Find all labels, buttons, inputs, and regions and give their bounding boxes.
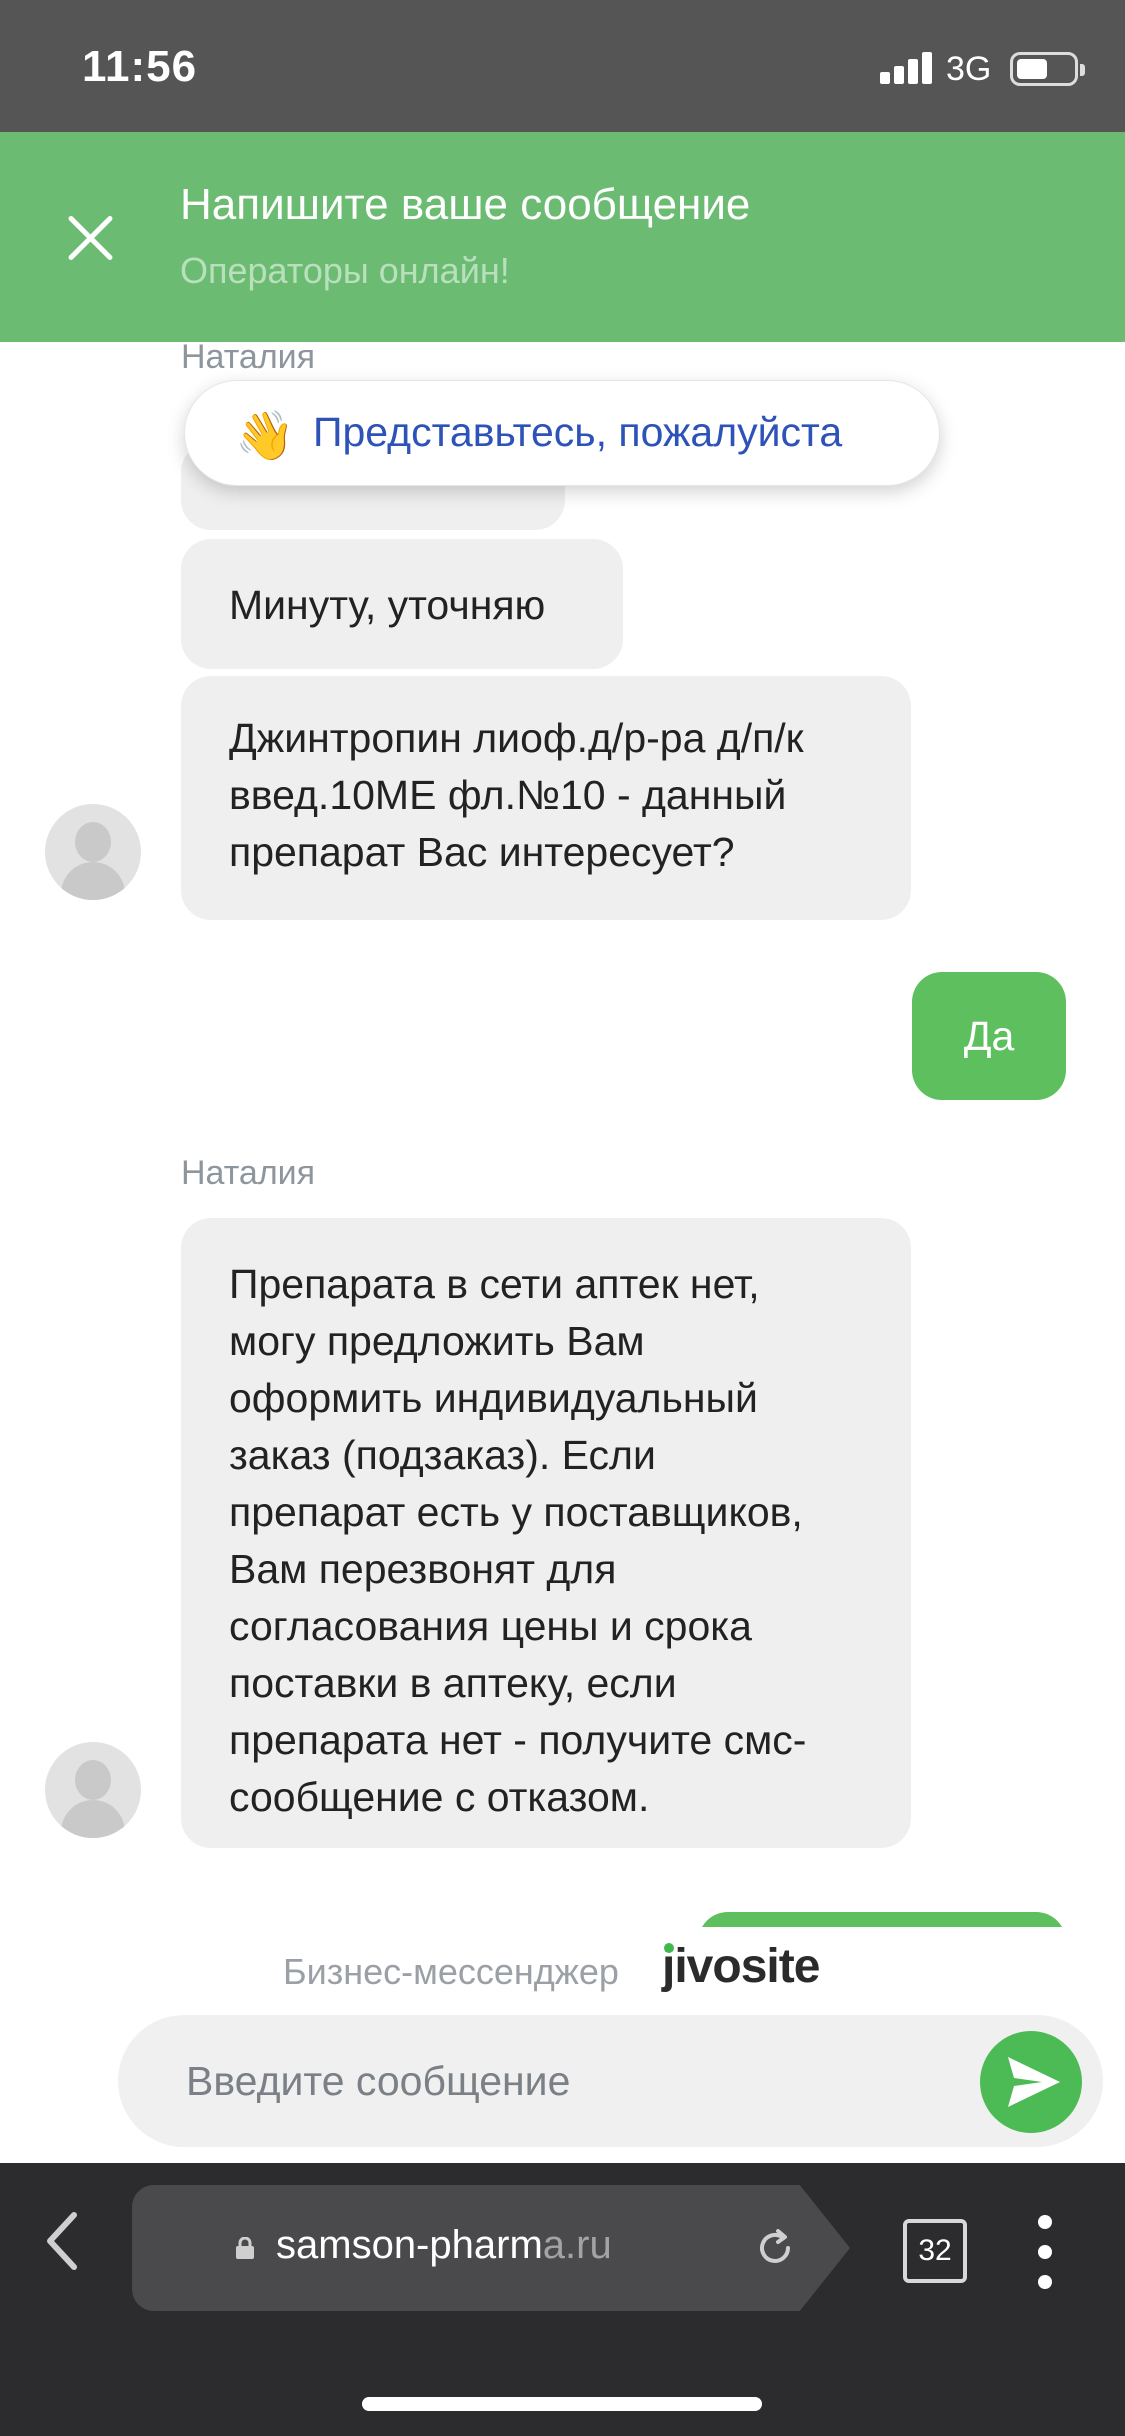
message-line: препарат есть у поставщиков, xyxy=(229,1489,803,1535)
message-line: заказ (подзаказ). Если xyxy=(229,1432,656,1478)
message-input[interactable] xyxy=(118,2015,1103,2147)
user-message-bubble: Да xyxy=(912,972,1066,1100)
tabs-button[interactable]: 32 xyxy=(903,2219,967,2283)
more-menu-icon[interactable] xyxy=(1034,2215,1058,2289)
send-button[interactable] xyxy=(980,2031,1082,2133)
browser-toolbar: samson-pharma.ru 32 xyxy=(0,2163,1125,2436)
url-text: samson-pharma.ru xyxy=(276,2223,612,2268)
operators-status: Операторы онлайн! xyxy=(180,250,510,291)
message-line: оформить индивидуальный xyxy=(229,1375,758,1421)
message-line: введ.10МЕ фл.№10 - данный xyxy=(229,772,787,818)
message-line: препарата нет - получите смс- xyxy=(229,1717,807,1763)
status-bar: 11:56 3G xyxy=(0,0,1125,132)
message-text: Минуту, уточняю xyxy=(229,582,546,628)
operator-avatar xyxy=(45,1742,141,1838)
chat-header: Напишите ваше сообщение Операторы онлайн… xyxy=(0,132,1125,342)
message-bubble: Минуту, уточняю xyxy=(181,539,623,669)
branding: Бизнес-мессенджер jivosite xyxy=(0,1940,1125,2005)
message-line: препарат Вас интересует? xyxy=(229,829,735,875)
network-type: 3G xyxy=(946,50,992,88)
message-bubble: Препарата в сети аптек нет, могу предлож… xyxy=(181,1218,911,1848)
reload-icon[interactable] xyxy=(752,2225,798,2271)
introduce-yourself-button[interactable]: 👋 Представьтесь, пожалуйста xyxy=(184,380,940,486)
message-line: могу предложить Вам xyxy=(229,1318,645,1364)
url-domain-tail: a.ru xyxy=(542,2223,612,2267)
logo-text: jivosite xyxy=(662,1940,820,1993)
signal-icon xyxy=(880,52,934,84)
home-indicator xyxy=(362,2397,762,2411)
message-line: поставки в аптеку, если xyxy=(229,1660,677,1706)
status-time: 11:56 xyxy=(82,42,198,91)
url-domain: samson-pharm xyxy=(276,2223,543,2267)
waving-hand-icon: 👋 xyxy=(235,410,295,463)
close-icon[interactable] xyxy=(62,210,118,266)
lock-icon xyxy=(236,2237,254,2259)
jivosite-logo[interactable]: jivosite xyxy=(662,1939,820,1994)
message-line: Джинтропин лиоф.д/р-ра д/п/к xyxy=(229,715,804,761)
address-bar[interactable]: samson-pharma.ru xyxy=(132,2185,850,2311)
operator-avatar xyxy=(45,804,141,900)
message-author: Наталия xyxy=(181,342,316,376)
message-line: сообщение с отказом. xyxy=(229,1774,650,1820)
message-line: Вам перезвонят для xyxy=(229,1546,617,1592)
message-text: Да xyxy=(963,1013,1015,1059)
message-author: Наталия xyxy=(181,1154,316,1192)
message-line: Препарата в сети аптек нет, xyxy=(229,1261,760,1307)
battery-icon xyxy=(1010,52,1085,86)
user-message-bubble-partial xyxy=(698,1912,1066,1927)
send-icon xyxy=(1008,2057,1060,2107)
chat-title: Напишите ваше сообщение xyxy=(180,180,751,229)
back-icon[interactable] xyxy=(40,2211,90,2271)
message-bubble: Джинтропин лиоф.д/р-ра д/п/к введ.10МЕ ф… xyxy=(181,676,911,920)
branding-text: Бизнес-мессенджер xyxy=(283,1951,619,1992)
introduce-label: Представьтесь, пожалуйста xyxy=(313,409,843,455)
message-line: согласования цены и срока xyxy=(229,1603,752,1649)
message-list[interactable]: Наталия Минуту, уточняю Джинтропин лиоф.… xyxy=(0,342,1125,1927)
